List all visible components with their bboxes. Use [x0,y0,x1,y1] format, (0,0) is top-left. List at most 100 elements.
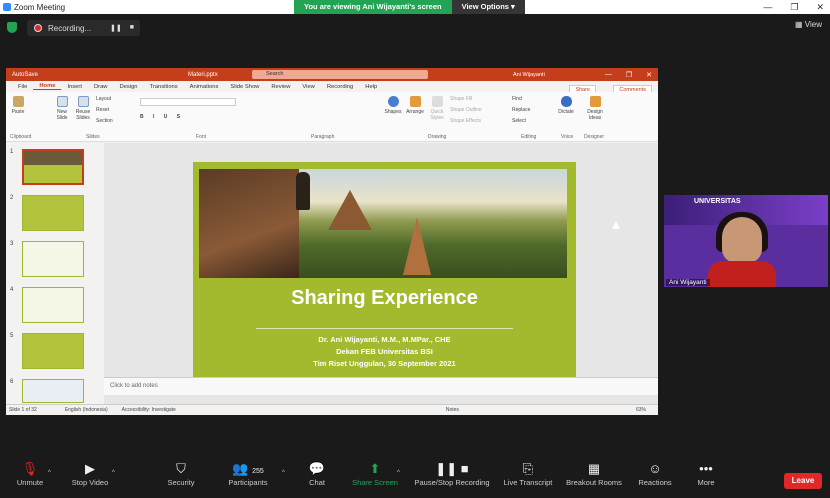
encryption-shield-icon[interactable] [7,22,17,33]
arrange-label: Arrange [406,109,424,115]
layout-button[interactable]: Layout [96,96,111,102]
reuse-slides-button[interactable]: Reuse Slides [74,96,92,121]
section-button[interactable]: Section [96,118,113,124]
current-slide[interactable]: Sharing Experience Dr. Ani Wijayanti, M.… [193,162,576,377]
thumb-number: 4 [10,287,14,293]
ppt-titlebar: AutoSave Materi.pptx Search Ani Wijayant… [6,68,658,81]
arrange-button[interactable]: Arrange [405,96,425,115]
group-drawing: Drawing [428,134,447,140]
tab-insert[interactable]: Insert [61,84,88,90]
minimize-icon[interactable]: — [763,0,772,14]
pause-recording-icon[interactable]: ❚❚ [110,24,122,32]
more-button[interactable]: ••• More [671,458,741,487]
leave-button[interactable]: Leave [784,473,822,489]
new-slide-button[interactable]: New Slide [52,96,72,121]
ppt-maximize-icon[interactable]: ❐ [626,71,632,79]
microphone-icon [560,96,572,107]
tab-file[interactable]: File [12,84,33,90]
ppt-user-name[interactable]: Ani Wijayanti [513,72,545,78]
layout-label: Layout [96,96,112,102]
find-button[interactable]: Find [512,96,522,102]
slide-thumbnail-2[interactable] [22,195,84,231]
select-label: Select [512,118,526,124]
live-transcript-label: Live Transcript [503,478,553,487]
view-button[interactable]: ▦ View [795,20,822,29]
maximize-icon[interactable]: ❐ [790,0,798,14]
live-transcript-button[interactable]: ⎘ Live Transcript [493,458,563,487]
breakout-icon: ▦ [587,461,601,476]
quick-styles-button[interactable]: Quick Styles [427,96,447,121]
breakout-rooms-label: Breakout Rooms [566,478,622,487]
participants-label: Participants [228,478,268,487]
reset-button[interactable]: Reset [96,107,109,113]
slide-thumbnail-6[interactable] [22,379,84,403]
view-options-button[interactable]: View Options ▾ [451,0,525,14]
language-status[interactable]: English (Indonesia) [65,407,108,413]
slide-thumbnail-5[interactable] [22,333,84,369]
thumbnail-photo [24,151,82,165]
tab-view[interactable]: View [296,84,320,90]
shape-outline-button[interactable]: Shape Outline [450,107,482,113]
new-slide-icon [56,96,68,107]
zoom-level[interactable]: 63% [636,407,646,413]
notes-pane[interactable]: Click to add notes [104,377,658,395]
view-label: View [804,20,822,29]
tab-help[interactable]: Help [359,84,383,90]
shape-effects-button[interactable]: Shape Effects [450,118,481,124]
ppt-close-icon[interactable]: ✕ [646,71,652,79]
replace-button[interactable]: Replace [512,107,530,113]
font-format-buttons[interactable]: B I U S [140,114,184,120]
slide-thumbnail-1[interactable] [22,149,84,185]
slide-thumbnail-4[interactable] [22,287,84,323]
tab-animations[interactable]: Animations [184,84,225,90]
participant-video-tile[interactable]: UNIVERSITAS Ani Wijayanti [664,195,828,287]
shared-screen-powerpoint: AutoSave Materi.pptx Search Ani Wijayant… [6,68,658,415]
clipboard-icon [12,96,24,107]
font-family-select[interactable] [140,98,236,106]
slide-title: Sharing Experience [291,287,478,309]
window-controls: — ❐ ✕ [763,0,824,14]
viewing-screen-message: You are viewing Ani Wijayanti's screen [294,0,452,14]
ppt-search-input[interactable]: Search [252,70,428,79]
zoom-logo-icon [3,3,11,11]
notes-placeholder: Click to add notes [110,383,158,389]
slide-canvas: Sharing Experience Dr. Ani Wijayanti, M.… [104,143,658,405]
slide-thumbnail-3[interactable] [22,241,84,277]
temple-image [199,169,299,278]
person-image [296,172,310,210]
stop-recording-icon[interactable]: ■ [130,24,134,32]
tab-design[interactable]: Design [113,84,143,90]
participants-button[interactable]: 👥 255 Participants [213,458,283,487]
participants-icon: 👥 255 [232,461,264,476]
meeting-controls: 🎙 Unmute ^ ▶ Stop Video ^ ⛉ Security 👥 255 P… [0,458,830,498]
window-title: Zoom Meeting [14,2,66,12]
dictate-button[interactable]: Dictate [557,96,575,115]
notes-toggle[interactable]: Notes [446,407,459,413]
audio-options-chevron-icon[interactable]: ^ [48,470,51,476]
design-ideas-label: Design Ideas [587,109,603,121]
tab-recording[interactable]: Recording [321,84,359,90]
shape-fill-button[interactable]: Shape Fill [450,96,472,102]
security-button[interactable]: ⛉ Security [146,458,216,487]
more-icon: ••• [699,461,713,476]
tab-review[interactable]: Review [265,84,296,90]
share-options-chevron-icon[interactable]: ^ [397,470,400,476]
close-icon[interactable]: ✕ [816,0,824,14]
quick-styles-icon [431,96,443,107]
ppt-minimize-icon[interactable]: — [605,71,612,79]
autosave-label[interactable]: AutoSave [12,72,38,78]
breakout-rooms-button[interactable]: ▦ Breakout Rooms [559,458,629,487]
select-button[interactable]: Select [512,118,526,124]
tab-draw[interactable]: Draw [88,84,114,90]
video-options-chevron-icon[interactable]: ^ [112,470,115,476]
quick-styles-label: Quick Styles [430,109,444,121]
tab-slide-show[interactable]: Slide Show [224,84,265,90]
accessibility-status[interactable]: Accessibility: Investigate [122,407,176,413]
ppt-statusbar: Slide 1 of 32 English (Indonesia) Access… [6,404,658,415]
tab-home[interactable]: Home [33,83,62,90]
tab-transitions[interactable]: Transitions [144,84,184,90]
paste-button[interactable]: Paste [10,96,26,115]
shapes-button[interactable]: Shapes [384,96,402,115]
design-ideas-button[interactable]: Design Ideas [584,96,606,121]
pause-stop-recording-button[interactable]: ❚❚ ■ Pause/Stop Recording [406,458,498,487]
